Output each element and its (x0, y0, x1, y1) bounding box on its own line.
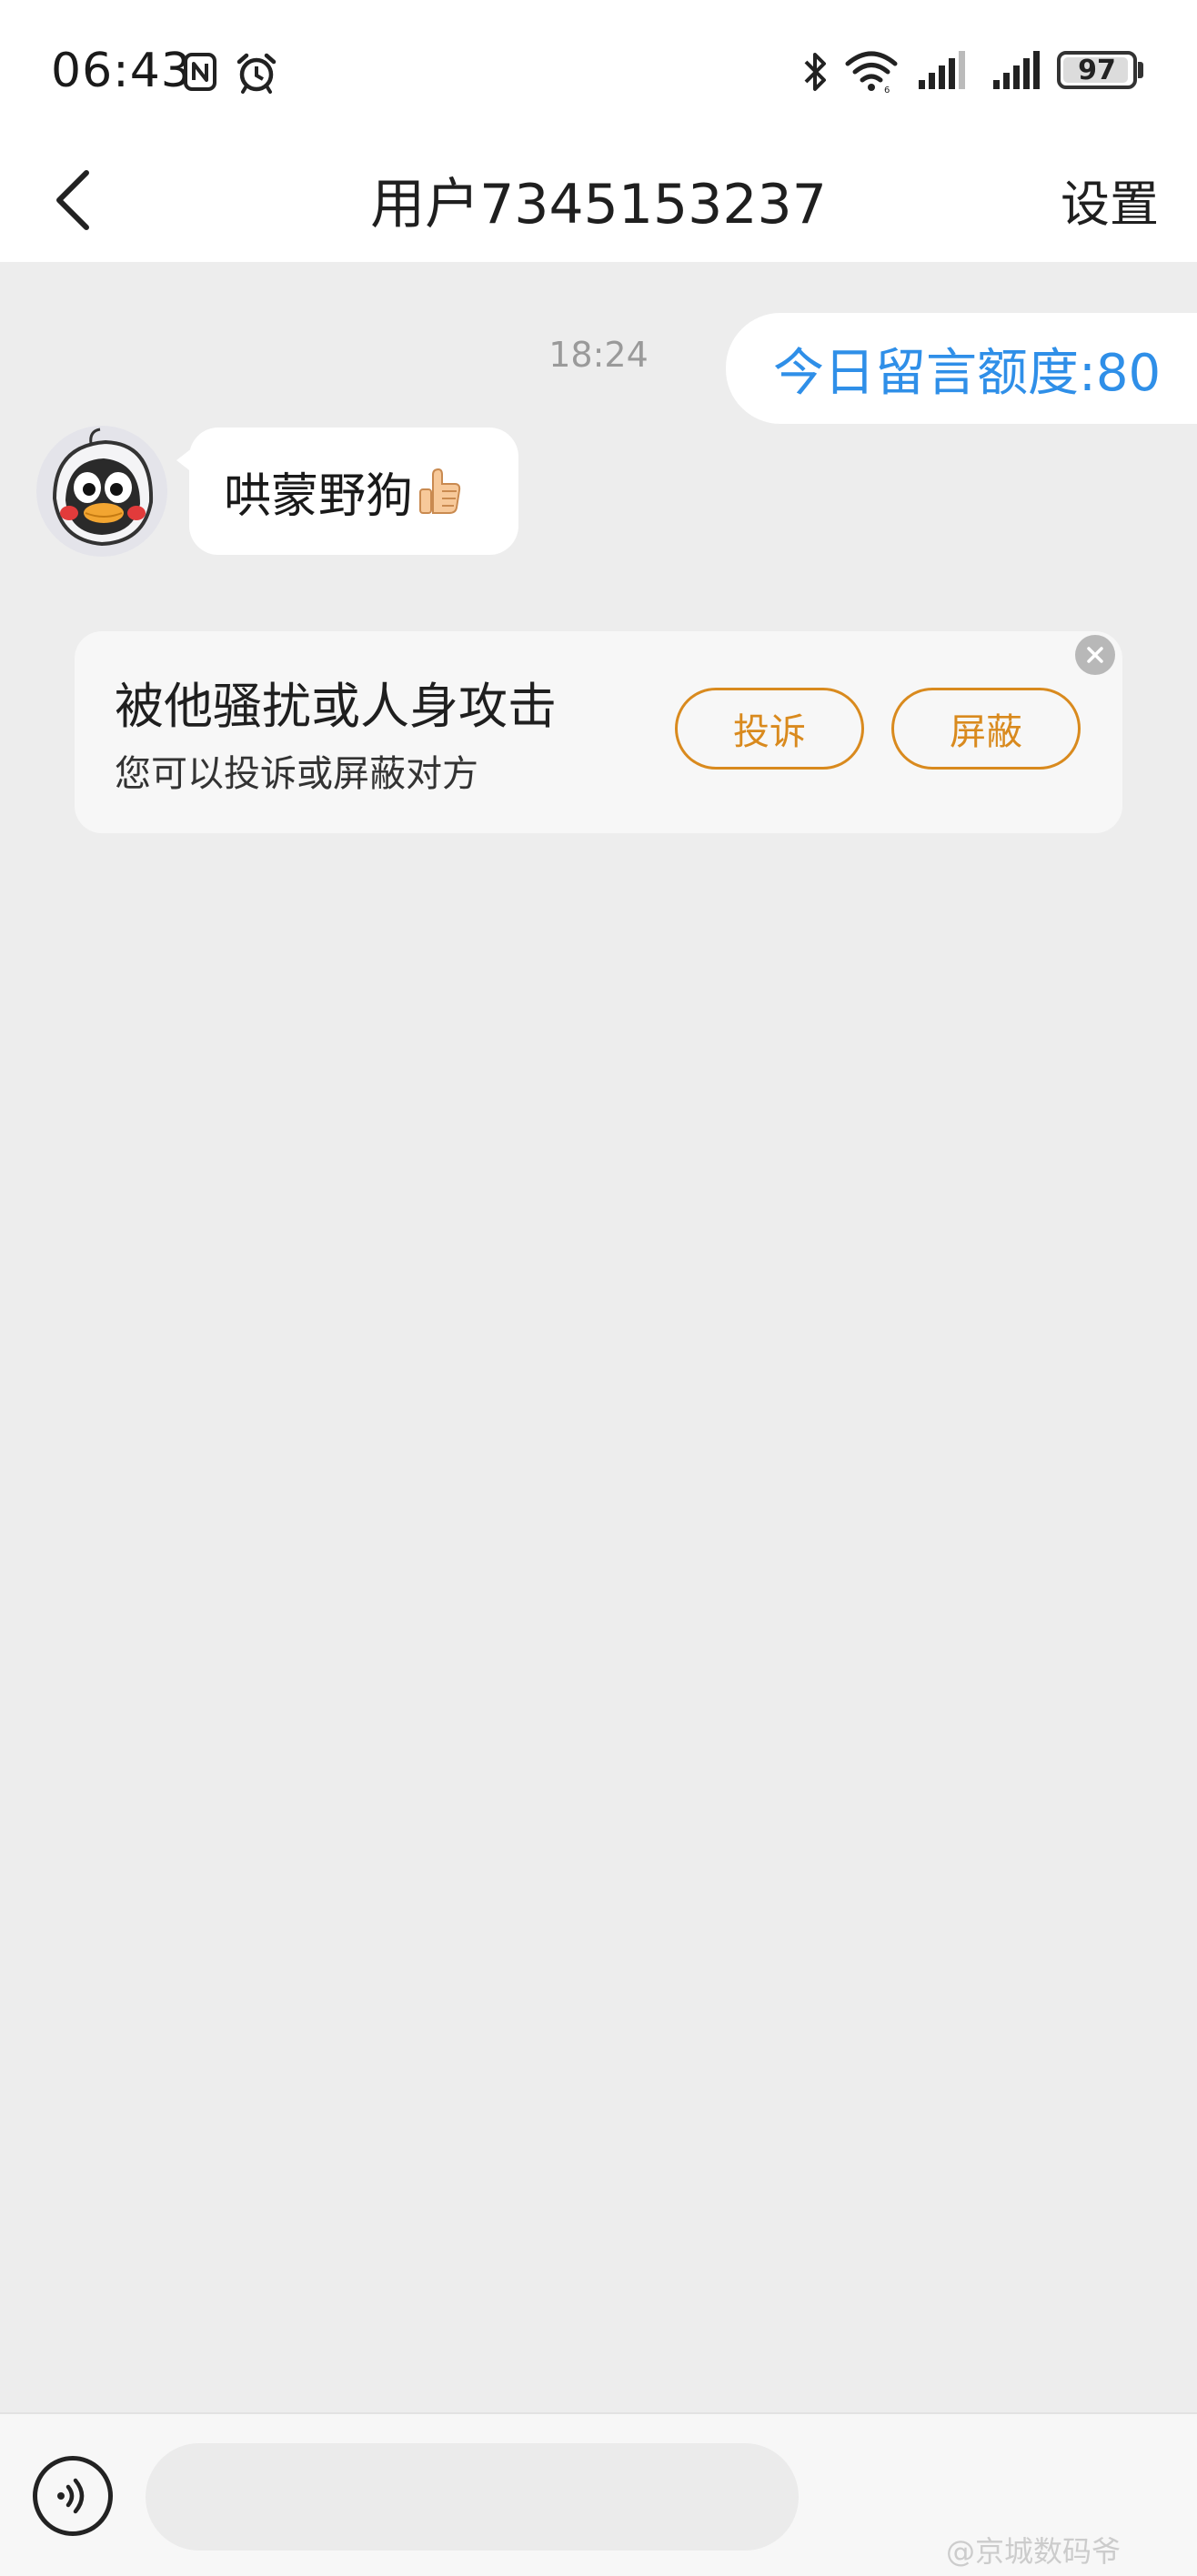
signal-icon (919, 51, 965, 89)
message-timestamp: 18:24 (548, 335, 649, 375)
page-title: 用户7345153237 (370, 173, 827, 236)
avatar-image (36, 426, 167, 557)
wifi-icon: 6 (845, 51, 898, 95)
card-title: 被他骚扰或人身攻击 (115, 678, 557, 735)
status-bar: 06:43 6 97 (0, 0, 1197, 136)
close-card-button[interactable] (1075, 635, 1115, 675)
card-subtitle: 您可以投诉或屏蔽对方 (115, 753, 478, 795)
battery-icon: 97 (1057, 51, 1137, 89)
settings-button[interactable]: 设置 (1061, 164, 1159, 236)
battery-level: 97 (1078, 54, 1116, 86)
nfc-icon (184, 53, 216, 91)
thumbs-up-icon (419, 468, 461, 514)
back-button[interactable] (27, 155, 118, 246)
avatar[interactable] (36, 426, 167, 557)
battery-nub (1138, 62, 1143, 78)
voice-icon (57, 2478, 85, 2514)
block-button[interactable]: 屏蔽 (891, 688, 1081, 770)
close-icon (1087, 647, 1103, 663)
incoming-message-text: 哄蒙野狗 (224, 468, 414, 524)
quota-notice-text: 今日留言额度:80 (773, 343, 1162, 403)
message-input[interactable] (146, 2443, 799, 2551)
harassment-report-card: 被他骚扰或人身攻击 您可以投诉或屏蔽对方 投诉 屏蔽 (75, 631, 1122, 833)
bluetooth-icon (804, 53, 826, 91)
watermark: @京城数码爷 (946, 2534, 1122, 2569)
alarm-icon (236, 53, 277, 94)
chat-header: 用户7345153237 设置 (0, 136, 1197, 262)
top-area: 06:43 6 97 用户7345153237 设置 (0, 0, 1197, 262)
signal-icon (993, 51, 1040, 89)
back-arrow-icon (56, 170, 89, 230)
voice-input-button[interactable] (33, 2456, 113, 2536)
chat-area[interactable]: 18:24 今日留言额度:80 哄蒙野狗 被他骚扰或人身攻击 您可以投诉或屏蔽对… (0, 262, 1197, 2412)
complain-button[interactable]: 投诉 (675, 688, 864, 770)
svg-text:6: 6 (884, 86, 890, 95)
incoming-message-bubble[interactable]: 哄蒙野狗 (189, 428, 518, 555)
status-time: 06:43 (51, 44, 192, 98)
quota-notice-bubble: 今日留言额度:80 (726, 313, 1197, 424)
